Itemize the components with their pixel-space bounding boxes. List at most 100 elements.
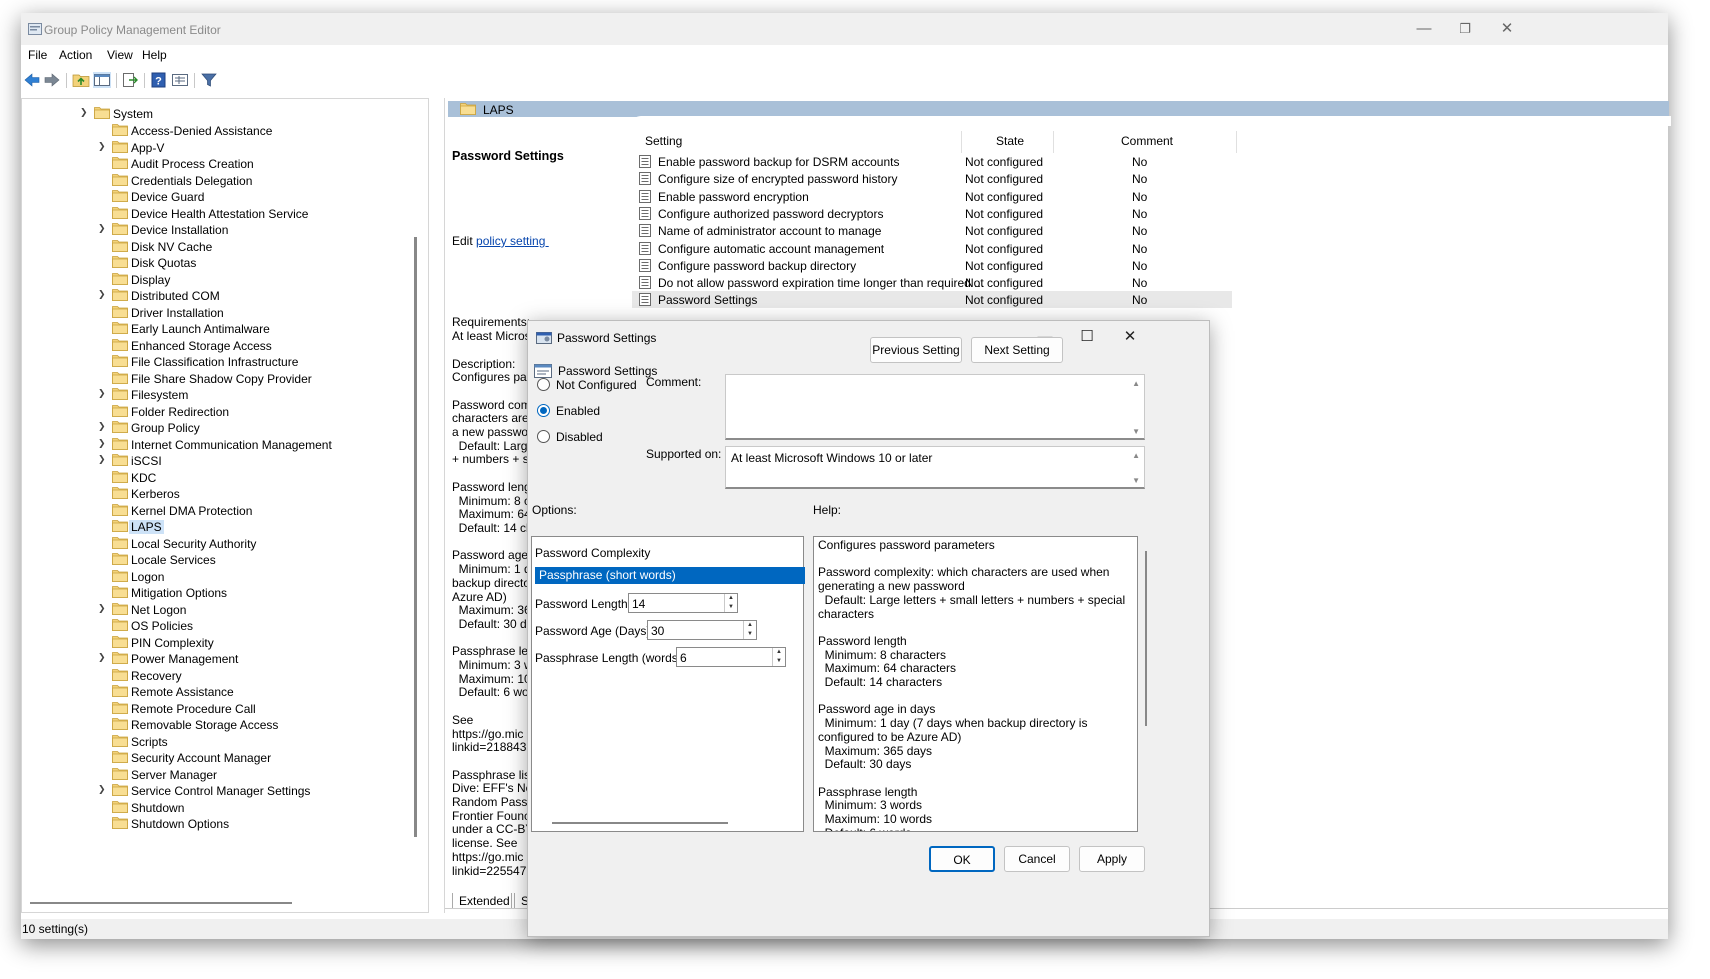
chevron-right-icon[interactable]: ❯ [98, 141, 108, 153]
menu-view[interactable]: View [107, 48, 133, 62]
up-folder-icon[interactable] [72, 72, 90, 88]
spinner-arrows-icon[interactable]: ▲ ▼ [772, 648, 785, 666]
tab-extended[interactable]: Extended [452, 893, 512, 909]
password-length-spinner[interactable]: 14 ▲ ▼ [628, 593, 738, 613]
tree-item-label: Driver Installation [131, 305, 224, 320]
toolbar-separator [66, 73, 67, 88]
folder-icon [112, 222, 128, 235]
status-text: 10 setting(s) [22, 922, 89, 936]
scroll-down-arrow-icon[interactable]: ▼ [1132, 427, 1140, 436]
menu-action[interactable]: Action [59, 48, 92, 62]
policy-comment: No [1132, 224, 1148, 239]
radio-circle[interactable] [537, 430, 550, 443]
close-button[interactable]: ✕ [1484, 17, 1530, 41]
ok-button[interactable]: OK [929, 846, 995, 872]
chevron-right-icon[interactable]: ❯ [98, 223, 108, 235]
column-header-state[interactable]: State [996, 134, 1024, 148]
scroll-down-arrow-icon[interactable]: ▼ [1132, 476, 1140, 485]
setting-icon [534, 364, 552, 378]
policy-setting-link[interactable]: policy setting [476, 234, 549, 248]
minimize-button[interactable]: — [1401, 17, 1447, 41]
tree-item-label: App-V [131, 140, 165, 155]
chevron-right-icon[interactable]: ❯ [98, 388, 108, 400]
help-scrollbar[interactable] [1145, 551, 1147, 726]
tree-item-label: Distributed COM [131, 289, 220, 303]
help-icon[interactable]: ? [150, 72, 168, 88]
chevron-right-icon[interactable]: ❯ [98, 438, 108, 450]
restore-button[interactable]: ❐ [1442, 17, 1488, 41]
folder-icon [112, 239, 128, 252]
column-header-comment[interactable]: Comment [1121, 134, 1173, 148]
menu-file[interactable]: File [28, 48, 47, 62]
chevron-right-icon[interactable]: ❯ [98, 603, 108, 615]
policy-row[interactable]: Name of administrator account to manage N… [632, 222, 1232, 239]
chevron-right-icon[interactable]: ❯ [98, 454, 108, 466]
policy-row[interactable]: Enable password encryption Not configured… [632, 188, 1232, 205]
tree-item-label: Disk NV Cache [131, 239, 213, 254]
policy-row[interactable]: Password Settings Not configured No [632, 291, 1232, 309]
policy-row[interactable]: Configure automatic account management No… [632, 240, 1232, 257]
tree-item-label: Display [131, 272, 171, 287]
chevron-right-icon[interactable]: ❯ [98, 289, 108, 301]
policy-setting-icon [639, 259, 651, 272]
filter-icon[interactable] [200, 72, 218, 88]
toolbar-separator [116, 73, 117, 88]
properties-icon[interactable] [171, 72, 189, 88]
spinner-arrows-icon[interactable]: ▲ ▼ [743, 621, 756, 639]
folder-icon [460, 102, 476, 115]
radio-circle[interactable] [537, 404, 550, 417]
tree-item-label: iSCSI [131, 454, 162, 468]
policy-row[interactable]: Do not allow password expiration time lo… [632, 274, 1232, 291]
dialog-close-button[interactable]: ✕ [1110, 323, 1150, 351]
forward-arrow-icon[interactable] [43, 72, 61, 88]
password-age-spinner[interactable]: 30 ▲ ▼ [647, 620, 757, 640]
folder-icon [112, 585, 128, 598]
options-panel: Password Complexity Passphrase (short wo… [531, 536, 805, 832]
cancel-button[interactable]: Cancel [1004, 846, 1070, 872]
policy-row[interactable]: Configure size of encrypted password his… [632, 170, 1232, 187]
policy-setting-icon [639, 155, 651, 168]
next-setting-button[interactable]: Next Setting [971, 337, 1063, 363]
policy-setting-icon [639, 207, 651, 220]
column-header-setting[interactable]: Setting [645, 134, 682, 148]
folder-icon [112, 800, 128, 813]
tree-horizontal-scrollbar[interactable] [30, 902, 292, 904]
tree-item-label: System [113, 107, 154, 121]
comment-textarea[interactable]: ▲ ▼ [725, 374, 1145, 440]
radio-label: Not Configured [556, 378, 637, 392]
dialog-maximize-button[interactable]: ☐ [1067, 323, 1107, 351]
passphrase-length-spinner[interactable]: 6 ▲ ▼ [676, 647, 786, 667]
export-list-icon[interactable] [121, 72, 139, 88]
show-hide-tree-icon[interactable] [93, 72, 111, 88]
folder-icon [112, 255, 128, 268]
password-complexity-dropdown[interactable]: Passphrase (short words) [535, 567, 805, 584]
tree-vertical-scrollbar[interactable] [414, 237, 417, 837]
dialog-title: Password Settings [557, 331, 657, 345]
previous-setting-button[interactable]: Previous Setting [870, 337, 962, 363]
apply-button[interactable]: Apply [1079, 846, 1145, 872]
policy-name: Name of administrator account to manage [658, 224, 882, 239]
radio-circle[interactable] [537, 378, 550, 391]
scroll-up-arrow-icon[interactable]: ▲ [1132, 379, 1140, 388]
help-label: Help: [813, 503, 842, 517]
policy-row[interactable]: Configure password backup directory Not c… [632, 257, 1232, 274]
chevron-down-icon[interactable]: ❯ [80, 107, 90, 119]
policy-state: Not configured [965, 172, 1044, 187]
chevron-right-icon[interactable]: ❯ [98, 652, 108, 664]
spinner-arrows-icon[interactable]: ▲ ▼ [724, 594, 737, 612]
chevron-right-icon[interactable]: ❯ [98, 421, 108, 433]
policy-name: Enable password backup for DSRM accounts [658, 155, 900, 169]
title-bar: Group Policy Management Editor — ❐ ✕ [21, 13, 1668, 45]
policy-row[interactable]: Configure authorized password decryptors… [632, 205, 1232, 222]
policy-row[interactable]: Enable password backup for DSRM accounts… [632, 153, 1232, 170]
menu-help[interactable]: Help [142, 48, 167, 62]
chevron-right-icon[interactable]: ❯ [98, 784, 108, 796]
policy-state: Not configured [965, 189, 1044, 204]
folder-icon [112, 618, 128, 631]
folder-icon [112, 734, 128, 747]
back-arrow-icon[interactable] [23, 72, 41, 88]
tree-item-label: LAPS [129, 520, 164, 534]
options-horizontal-scrollbar[interactable] [552, 822, 728, 824]
scroll-up-arrow-icon[interactable]: ▲ [1132, 451, 1140, 460]
folder-icon [112, 189, 128, 202]
